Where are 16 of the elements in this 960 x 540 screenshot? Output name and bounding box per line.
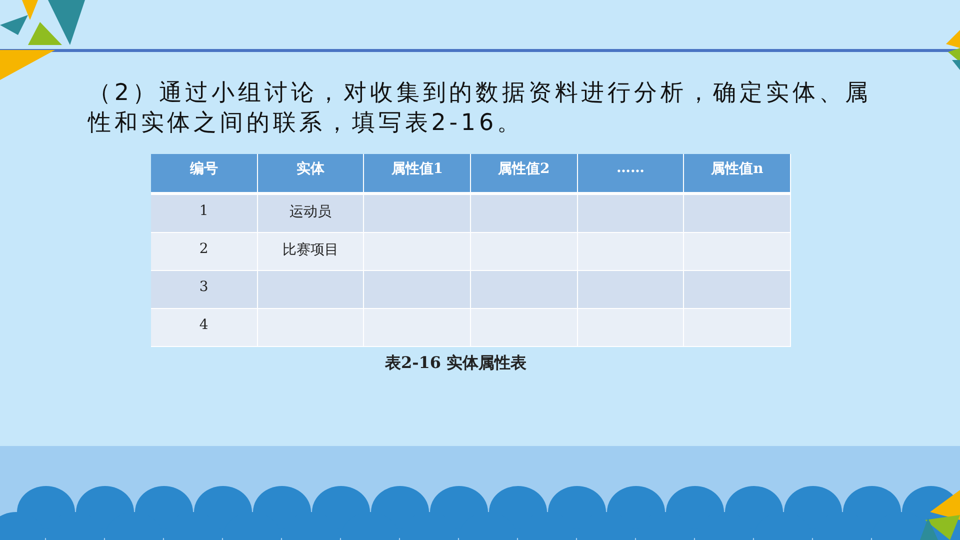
column-header: 编号 — [151, 154, 258, 192]
column-header: 属性值1 — [364, 154, 471, 192]
column-header: 属性值2 — [470, 154, 578, 192]
column-header: …… — [578, 154, 684, 192]
table-cell: 运动员 — [258, 195, 364, 233]
triangles-drawing — [946, 30, 960, 70]
triangles-drawing — [920, 490, 960, 540]
table-cell: 比赛项目 — [258, 233, 364, 271]
table-cell: 1 — [151, 195, 258, 233]
table-cell: 3 — [151, 271, 258, 309]
instruction-text: （2）通过小组讨论，对收集到的数据资料进行分析，确定实体、属性和实体之间的联系，填写表2-16。 — [88, 79, 873, 138]
table-cell: 2 — [151, 233, 258, 271]
table-cell: 4 — [151, 309, 258, 347]
column-header: 实体 — [258, 154, 364, 192]
table-caption: 表2-16 实体属性表 — [385, 353, 528, 374]
column-header: 属性值n — [684, 154, 791, 192]
